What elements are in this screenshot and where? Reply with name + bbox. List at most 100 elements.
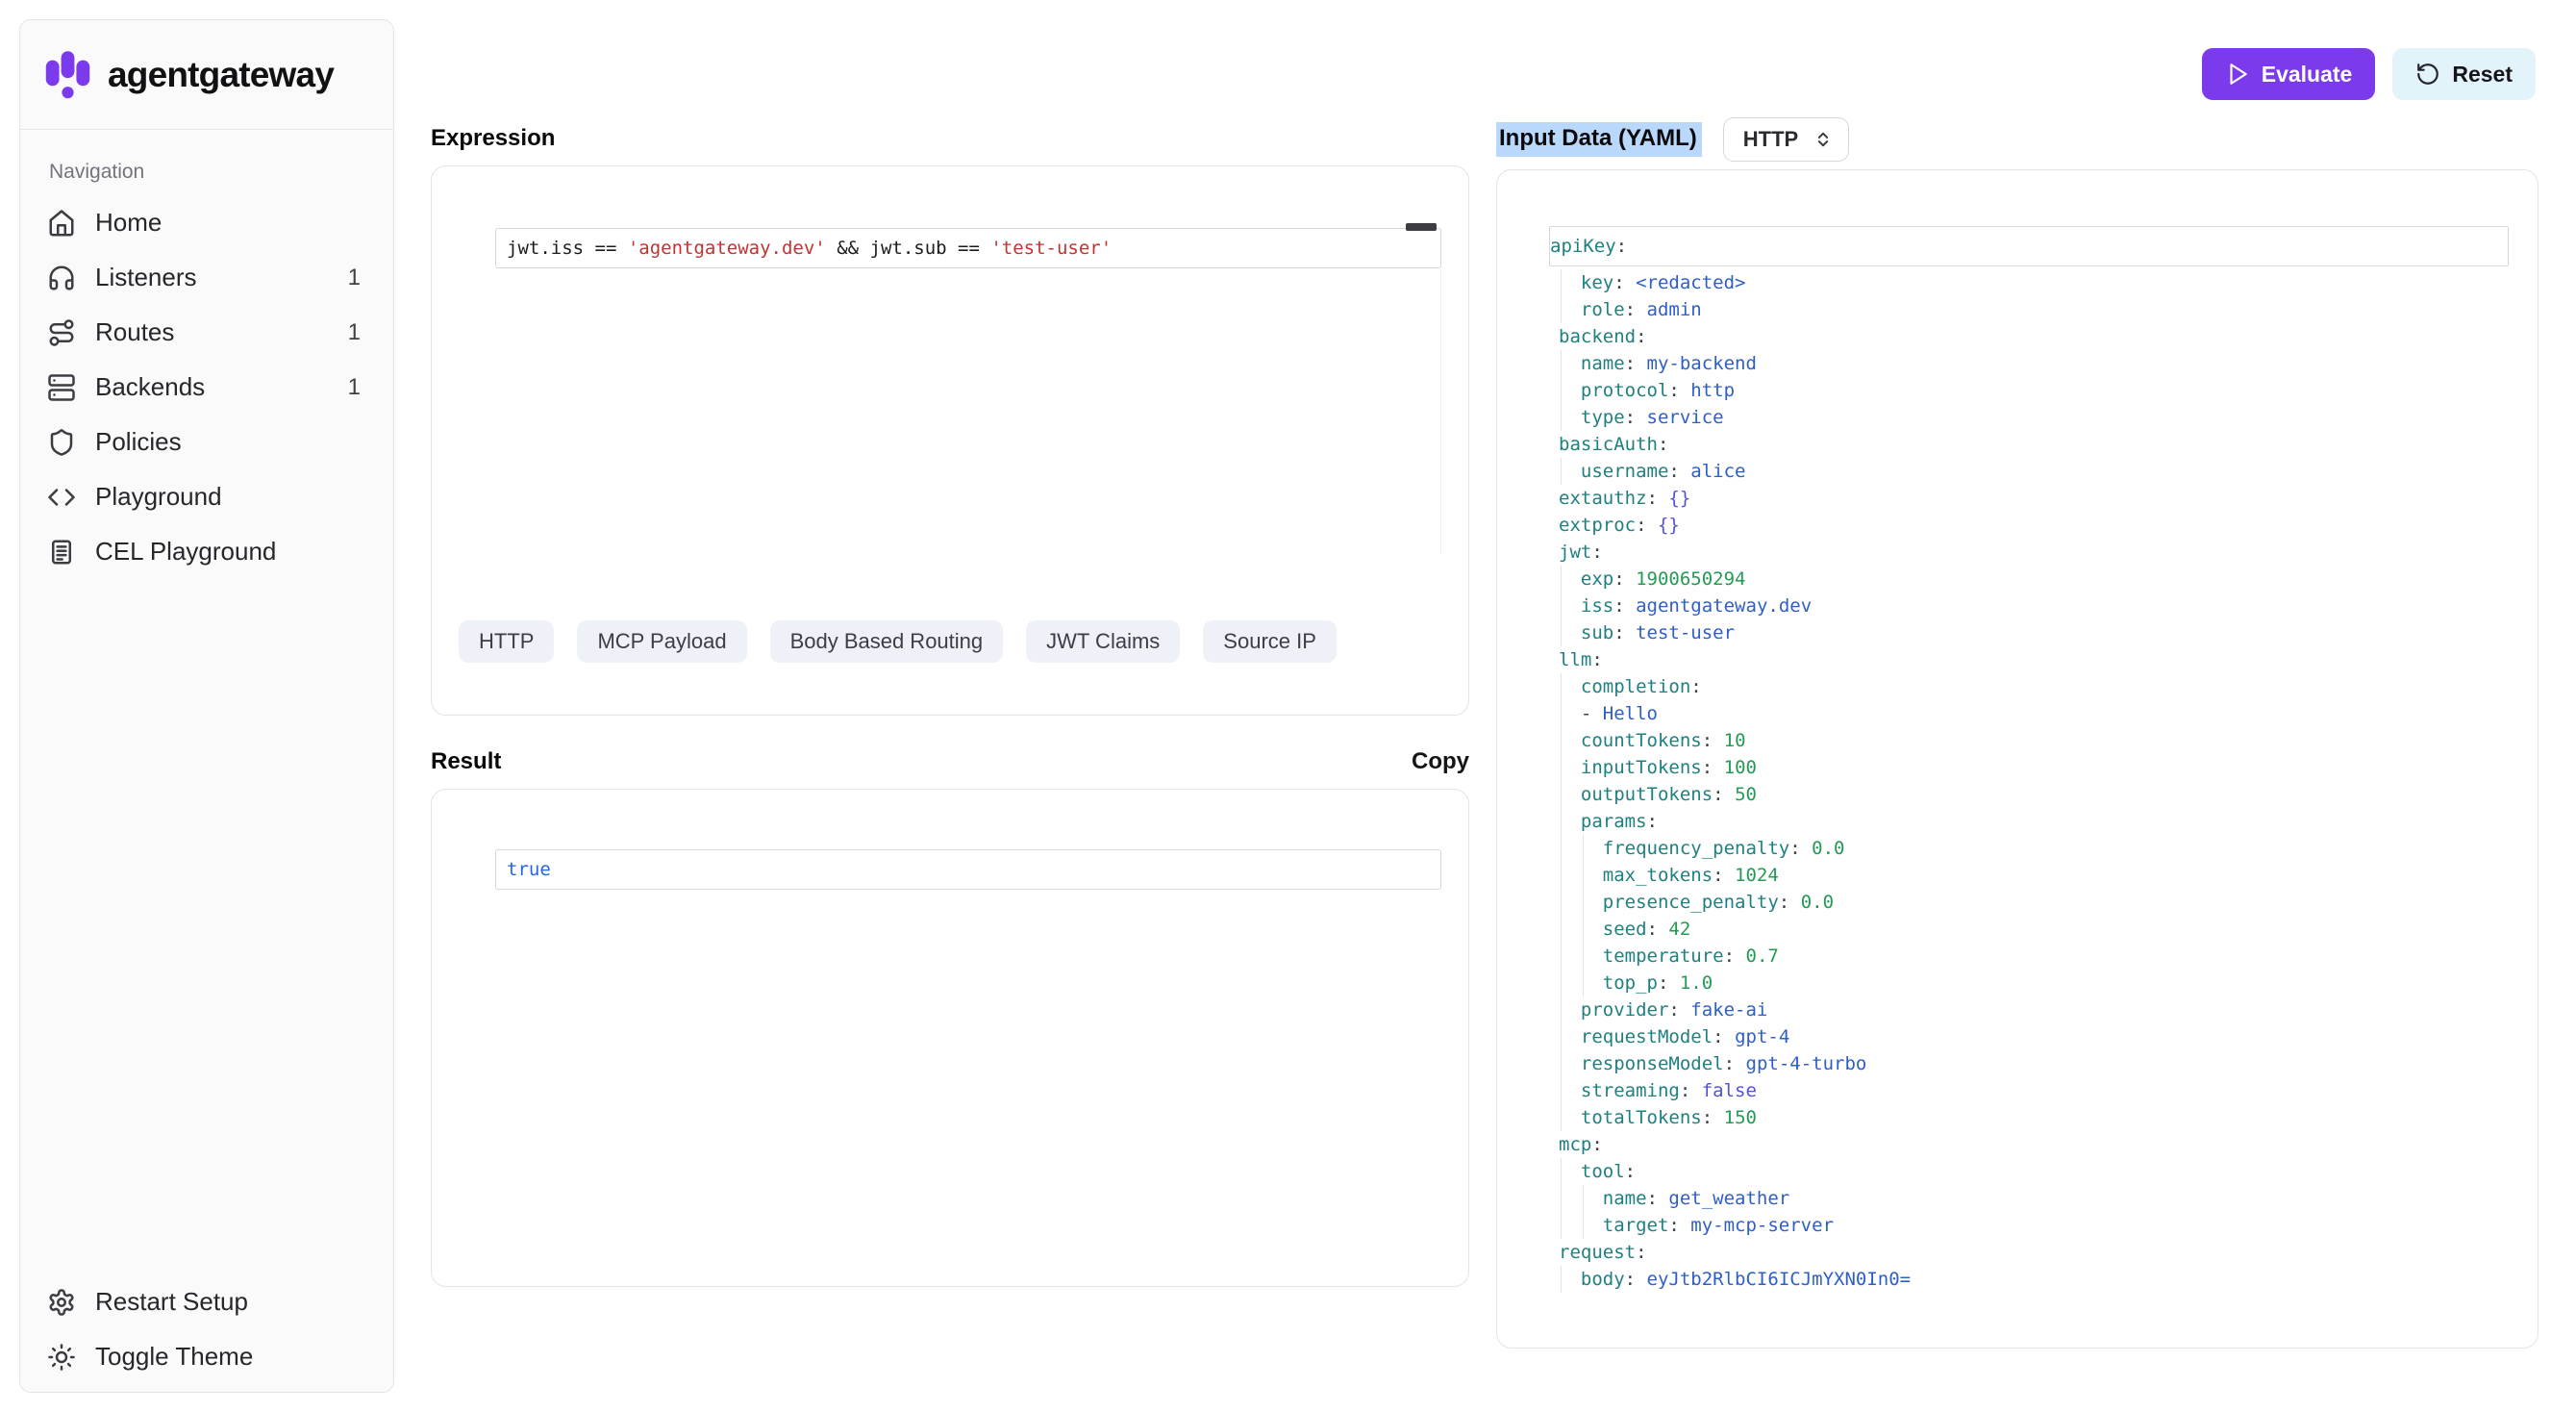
toolbar: Evaluate Reset bbox=[2202, 48, 2536, 100]
yaml-line: completion: bbox=[1559, 673, 2509, 700]
yaml-colon: : bbox=[1647, 919, 1658, 940]
yaml-key: jwt bbox=[1559, 542, 1591, 563]
evaluate-button[interactable]: Evaluate bbox=[2202, 48, 2376, 100]
scrollbar-thumb[interactable] bbox=[1406, 223, 1437, 231]
yaml-line: body: eyJtb2RlbCI6ICJmYXN0In0= bbox=[1559, 1266, 2509, 1293]
yaml-space bbox=[1625, 272, 1636, 293]
yaml-value: get_weather bbox=[1668, 1188, 1789, 1209]
yaml-line: exp: 1900650294 bbox=[1559, 566, 2509, 593]
yaml-key: body bbox=[1581, 1269, 1625, 1290]
yaml-colon: : bbox=[1625, 299, 1636, 320]
sidebar-item-restart-setup[interactable]: Restart Setup bbox=[32, 1276, 382, 1327]
yaml-key: target bbox=[1603, 1215, 1669, 1236]
yaml-key: role bbox=[1581, 299, 1625, 320]
sample-tag-jwt-claims[interactable]: JWT Claims bbox=[1026, 620, 1180, 663]
yaml-colon: : bbox=[1616, 236, 1627, 257]
yaml-space bbox=[1680, 380, 1690, 401]
sidebar-item-cel-playground[interactable]: CEL Playground bbox=[32, 526, 382, 577]
yaml-colon: : bbox=[1702, 730, 1713, 751]
yaml-colon: : bbox=[1647, 488, 1658, 509]
yaml-line: responseModel: gpt-4-turbo bbox=[1559, 1050, 2509, 1077]
yaml-line: key: <redacted> bbox=[1559, 269, 2509, 296]
expression-input[interactable]: jwt.iss == 'agentgateway.dev' && jwt.sub… bbox=[495, 228, 1441, 268]
editor-boundary bbox=[1440, 268, 1441, 553]
yaml-line: totalTokens: 150 bbox=[1559, 1104, 2509, 1131]
sidebar-item-routes[interactable]: Routes1 bbox=[32, 307, 382, 358]
yaml-dash: - bbox=[1581, 703, 1603, 724]
yaml-colon: : bbox=[1625, 353, 1636, 374]
app-logo[interactable]: agentgateway bbox=[20, 20, 393, 130]
sidebar-footer: Restart Setup Toggle Theme bbox=[20, 1271, 393, 1392]
yaml-space bbox=[1625, 568, 1636, 590]
input-data-section: Input Data (YAML) HTTP apiKey:key: <reda… bbox=[1496, 117, 2538, 1349]
settings-icon bbox=[47, 1288, 76, 1317]
yaml-value: eyJtb2RlbCI6ICJmYXN0In0= bbox=[1647, 1269, 1912, 1290]
yaml-value: 1900650294 bbox=[1636, 568, 1745, 590]
yaml-value: service bbox=[1647, 407, 1724, 428]
yaml-key: tool bbox=[1581, 1161, 1625, 1182]
expression-sample-tags: HTTP MCP Payload Body Based Routing JWT Cla… bbox=[459, 620, 1337, 663]
code-icon bbox=[47, 483, 76, 512]
yaml-colon: : bbox=[1647, 1188, 1658, 1209]
sample-tag-http[interactable]: HTTP bbox=[459, 620, 554, 663]
sample-tag-mcp-payload[interactable]: MCP Payload bbox=[577, 620, 746, 663]
yaml-space bbox=[1724, 865, 1735, 886]
yaml-editor[interactable]: apiKey: key: <redacted> role: admin backend… bbox=[1496, 169, 2538, 1349]
sidebar-item-policies[interactable]: Policies bbox=[32, 416, 382, 467]
yaml-space bbox=[1625, 595, 1636, 617]
sidebar-item-label: CEL Playground bbox=[95, 537, 276, 567]
result-panel: true bbox=[431, 789, 1469, 1287]
sidebar: agentgateway Navigation HomeListeners1Ro… bbox=[19, 19, 394, 1393]
yaml-value: test-user bbox=[1636, 622, 1735, 643]
yaml-space bbox=[1668, 972, 1679, 994]
yaml-key: temperature bbox=[1603, 946, 1724, 967]
yaml-value: my-mcp-server bbox=[1690, 1215, 1834, 1236]
yaml-line: requestModel: gpt-4 bbox=[1559, 1023, 2509, 1050]
expression-label: Expression bbox=[431, 125, 1469, 152]
yaml-value: alice bbox=[1690, 461, 1745, 482]
yaml-value: admin bbox=[1647, 299, 1702, 320]
chevron-up-down-icon bbox=[1813, 130, 1833, 149]
yaml-key: username bbox=[1581, 461, 1669, 482]
sidebar-item-backends[interactable]: Backends1 bbox=[32, 362, 382, 413]
copy-button[interactable]: Copy bbox=[1412, 748, 1469, 775]
sidebar-item-label: Playground bbox=[95, 482, 222, 512]
yaml-line: target: my-mcp-server bbox=[1559, 1212, 2509, 1239]
yaml-space bbox=[1801, 838, 1812, 859]
yaml-line: backend: bbox=[1559, 323, 2509, 350]
yaml-key: apiKey bbox=[1550, 236, 1616, 257]
yaml-value: gpt-4-turbo bbox=[1746, 1053, 1867, 1074]
expression-editor[interactable]: jwt.iss == 'agentgateway.dev' && jwt.sub… bbox=[431, 165, 1469, 716]
sidebar-item-home[interactable]: Home bbox=[32, 197, 382, 248]
sidebar-item-listeners[interactable]: Listeners1 bbox=[32, 252, 382, 303]
reset-button[interactable]: Reset bbox=[2392, 48, 2536, 100]
count-badge: 1 bbox=[348, 374, 366, 401]
yaml-space bbox=[1636, 353, 1646, 374]
sidebar-item-label: Restart Setup bbox=[95, 1287, 248, 1317]
yaml-line: presence_penalty: 0.0 bbox=[1559, 889, 2509, 916]
yaml-space bbox=[1636, 1269, 1646, 1290]
yaml-colon: : bbox=[1779, 892, 1789, 913]
sample-tag-source-ip[interactable]: Source IP bbox=[1203, 620, 1337, 663]
yaml-key: presence_penalty bbox=[1603, 892, 1779, 913]
sample-tag-body-based-routing[interactable]: Body Based Routing bbox=[770, 620, 1004, 663]
yaml-space bbox=[1625, 622, 1636, 643]
yaml-colon: : bbox=[1625, 1269, 1636, 1290]
yaml-content[interactable]: apiKey:key: <redacted>role: adminbackend… bbox=[1559, 226, 2509, 1293]
yaml-line: seed: 42 bbox=[1559, 916, 2509, 943]
yaml-space bbox=[1713, 730, 1723, 751]
yaml-key: backend bbox=[1559, 326, 1636, 347]
yaml-space bbox=[1713, 1107, 1723, 1128]
yaml-space bbox=[1724, 784, 1735, 805]
yaml-space bbox=[1735, 1053, 1745, 1074]
sidebar-item-toggle-theme[interactable]: Toggle Theme bbox=[32, 1331, 382, 1382]
sidebar-item-playground[interactable]: Playground bbox=[32, 471, 382, 522]
yaml-space bbox=[1658, 1188, 1668, 1209]
input-type-select[interactable]: HTTP bbox=[1723, 117, 1849, 162]
yaml-line: mcp: bbox=[1559, 1131, 2509, 1158]
yaml-space bbox=[1636, 299, 1646, 320]
yaml-key: params bbox=[1581, 811, 1647, 832]
yaml-value: gpt-4 bbox=[1735, 1026, 1789, 1047]
yaml-line: username: alice bbox=[1559, 458, 2509, 485]
yaml-key: completion bbox=[1581, 676, 1690, 697]
